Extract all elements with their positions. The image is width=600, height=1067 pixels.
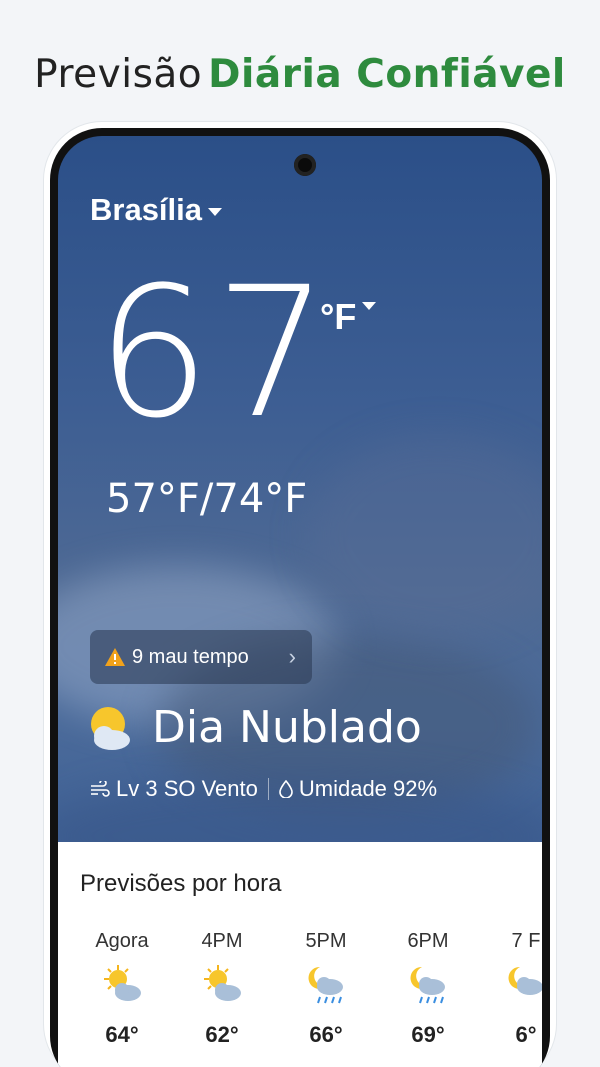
dropdown-arrow-icon xyxy=(208,208,223,216)
unit-selector[interactable]: °F xyxy=(320,296,377,338)
humidity-drop-icon xyxy=(279,780,293,798)
partly-sunny-icon xyxy=(204,965,241,1001)
night-rain-icon xyxy=(508,966,542,995)
hour-item[interactable]: 4PM 62° xyxy=(182,930,262,1048)
partly-cloudy-icon xyxy=(91,706,130,750)
current-condition: Dia Nublado xyxy=(86,702,422,753)
dropdown-arrow-icon xyxy=(362,302,377,310)
hour-item[interactable]: 5PM 66° xyxy=(286,930,366,1048)
hour-item[interactable]: 7 F 6° xyxy=(486,930,542,1048)
humidity-value: Umidade 92% xyxy=(298,776,438,801)
current-temperature: 67 xyxy=(96,249,334,458)
partly-sunny-icon xyxy=(104,965,141,1001)
city-name: Brasília xyxy=(90,192,203,227)
condition-label: Dia Nublado xyxy=(152,702,422,753)
city-selector[interactable]: Brasília xyxy=(90,192,223,228)
weather-screen: Brasília 67 °F 57°F/74°F 9 mau tempo › D… xyxy=(58,136,542,1067)
hourly-title: Previsões por hora xyxy=(80,870,282,897)
alert-label: 9 mau tempo xyxy=(132,645,249,668)
hour-time: 4PM xyxy=(201,930,243,952)
headline-prefix: Previsão xyxy=(34,52,203,97)
wind-icon xyxy=(91,781,110,797)
hour-temp: 6° xyxy=(515,1022,537,1047)
hour-time: 6PM xyxy=(407,930,449,952)
hour-time: Agora xyxy=(95,930,149,952)
hour-temp: 66° xyxy=(309,1022,343,1047)
headline-accent: Diária Confiável xyxy=(208,52,566,97)
hourly-forecast-card: Previsões por hora Agora 64° 4PM 62° 5PM… xyxy=(58,842,542,1067)
warning-icon xyxy=(105,648,125,666)
divider xyxy=(267,778,269,800)
night-rain-icon xyxy=(308,966,343,1004)
cloud-decoration xyxy=(308,436,542,636)
hour-time: 7 F xyxy=(511,930,541,952)
hour-time: 5PM xyxy=(305,930,347,952)
weather-details: Lv 3 SO Vento Umidade 92% xyxy=(90,776,437,802)
front-camera xyxy=(294,154,316,176)
hour-item[interactable]: Agora 64° xyxy=(82,930,162,1048)
hour-temp: 62° xyxy=(205,1022,239,1047)
chevron-right-icon: › xyxy=(288,644,296,669)
hour-temp: 64° xyxy=(105,1022,139,1047)
phone-frame: Brasília 67 °F 57°F/74°F 9 mau tempo › D… xyxy=(50,128,550,1067)
weather-alert-button[interactable]: 9 mau tempo › xyxy=(90,630,312,684)
hour-item[interactable]: 6PM 69° xyxy=(388,930,468,1048)
temperature-range: 57°F/74°F xyxy=(106,476,308,522)
unit-label: °F xyxy=(320,296,357,337)
hourly-list[interactable]: Agora 64° 4PM 62° 5PM 66° 6PM 69° 7 F 6° xyxy=(58,930,542,1067)
night-rain-icon xyxy=(410,966,445,1004)
headline: Previsão Diária Confiável xyxy=(0,52,600,97)
hour-temp: 69° xyxy=(411,1022,445,1047)
wind-value: Lv 3 SO Vento xyxy=(116,776,258,801)
